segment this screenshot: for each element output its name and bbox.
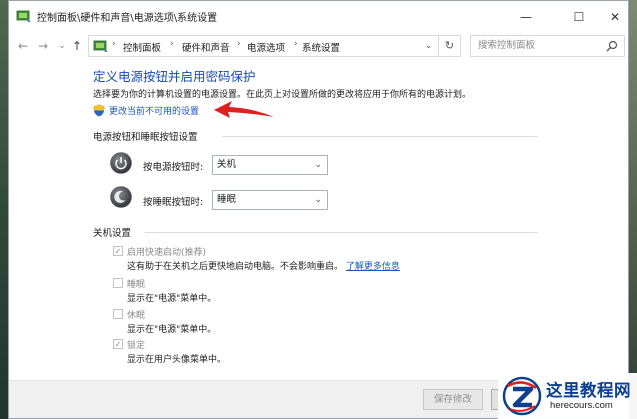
fast-startup-desc-text: 这有助于在关机之后更快地启动电脑。不会影响重启。 (127, 262, 344, 272)
power-button-label: 按电源按钮时: (143, 162, 204, 173)
fast-startup-label: 启用快速启动(推荐) (127, 248, 207, 258)
maximize-button[interactable]: ☐ (561, 1, 597, 32)
breadcrumb-item-power-options[interactable]: 电源选项 (247, 40, 285, 54)
change-settings-link-text: 更改当前不可用的设置 (109, 106, 200, 117)
breadcrumb-separator: › (112, 39, 116, 49)
control-panel-icon (16, 10, 31, 22)
breadcrumb-separator: › (170, 39, 174, 49)
sleep-button-icon (110, 186, 132, 208)
fast-startup-checkbox[interactable]: ✓ (113, 246, 123, 256)
address-dropdown-button[interactable]: ⌄ (419, 35, 439, 57)
change-unavailable-settings-link[interactable]: 更改当前不可用的设置 (93, 103, 199, 117)
sleep-checkbox[interactable] (113, 278, 123, 288)
page-title: 定义电源按钮并启用密码保护 (93, 69, 256, 84)
chevron-down-icon: ⌄ (424, 41, 433, 51)
sleep-label: 睡眠 (127, 280, 146, 290)
watermark-title: 这里教程网 (546, 381, 631, 400)
power-button-icon (110, 152, 132, 174)
sleep-button-label: 按睡眠按钮时: (143, 197, 204, 208)
save-changes-button[interactable]: 保存修改 (423, 389, 483, 410)
learn-more-link[interactable]: 了解更多信息 (346, 262, 400, 272)
lock-label: 锁定 (127, 341, 146, 351)
section-divider (145, 232, 538, 233)
sleep-button-action-select[interactable]: 睡眠 ⌄ (212, 190, 328, 210)
address-bar[interactable]: › 控制面板 › 硬件和声音 › 电源选项 › 系统设置 (88, 35, 440, 57)
forward-arrow-icon: → (37, 39, 49, 53)
shutdown-section-header: 关机设置 (93, 228, 132, 239)
minimize-icon: — (520, 9, 532, 24)
chevron-down-icon: ⌄ (314, 195, 322, 205)
chevron-down-icon: ⌄ (314, 160, 322, 170)
control-panel-window: 控制面板\硬件和声音\电源选项\系统设置 — ☐ ✕ ← → ⌄ ↑ › 控制面… (8, 0, 629, 419)
forward-button[interactable]: → (35, 37, 51, 55)
title-bar[interactable]: 控制面板\硬件和声音\电源选项\系统设置 — ☐ ✕ (9, 1, 628, 32)
search-placeholder: 搜索控制面板 (478, 40, 536, 51)
breadcrumb-item-control-panel[interactable]: 控制面板 (123, 40, 161, 54)
chevron-down-icon: ⌄ (58, 41, 66, 51)
hibernate-checkbox[interactable] (113, 309, 123, 319)
breadcrumb-item-system-settings[interactable]: 系统设置 (302, 40, 340, 54)
search-input[interactable]: 搜索控制面板 (470, 35, 625, 57)
breadcrumb-item-hardware-sound[interactable]: 硬件和声音 (182, 40, 230, 54)
check-mark-icon: ✓ (114, 340, 122, 349)
up-button[interactable]: ↑ (69, 37, 85, 55)
uac-shield-icon (93, 104, 105, 116)
recent-locations-button[interactable]: ⌄ (54, 37, 70, 55)
watermark-logo-icon (502, 376, 542, 416)
search-icon (606, 40, 618, 52)
check-mark-icon: ✓ (114, 247, 122, 256)
page-description: 选择要为你的计算机设置的电源设置。在此页上对设置所做的更改将应用于你所有的电源计… (93, 90, 472, 100)
sleep-button-selected-value: 睡眠 (217, 194, 237, 205)
breadcrumb-separator: › (237, 39, 241, 49)
breadcrumb-separator: › (294, 39, 298, 49)
refresh-icon: ↻ (444, 39, 455, 52)
maximize-icon: ☐ (573, 9, 585, 24)
watermark-url: herecours.com (550, 400, 613, 411)
close-button[interactable]: ✕ (597, 1, 628, 32)
power-button-selected-value: 关机 (217, 159, 237, 170)
control-panel-icon (93, 40, 108, 52)
window-title: 控制面板\硬件和声音\电源选项\系统设置 (37, 13, 218, 24)
minimize-button[interactable]: — (508, 1, 544, 32)
close-icon: ✕ (609, 9, 621, 24)
sleep-description: 显示在"电源"菜单中。 (127, 294, 217, 304)
refresh-button[interactable]: ↻ (439, 35, 461, 57)
fast-startup-description: 这有助于在关机之后更快地启动电脑。不会影响重启。 了解更多信息 (127, 259, 400, 272)
red-annotation-arrow-icon (214, 101, 274, 118)
section-divider (222, 136, 538, 137)
back-arrow-icon: ← (17, 39, 29, 53)
power-buttons-section-header: 电源按钮和睡眠按钮设置 (93, 132, 198, 143)
hibernate-label: 休眠 (127, 311, 146, 321)
up-arrow-icon: ↑ (71, 39, 83, 53)
lock-checkbox[interactable]: ✓ (113, 339, 123, 349)
hibernate-description: 显示在"电源"菜单中。 (127, 325, 217, 335)
back-button[interactable]: ← (15, 37, 31, 55)
navigation-bar: ← → ⌄ ↑ › 控制面板 › 硬件和声音 › 电源选项 › 系统设置 ⌄ ↻… (9, 32, 628, 60)
content-area: 定义电源按钮并启用密码保护 选择要为你的计算机设置的电源设置。在此页上对设置所做… (9, 60, 628, 418)
power-button-action-select[interactable]: 关机 ⌄ (212, 155, 328, 175)
site-watermark: 这里教程网 herecours.com (498, 373, 637, 419)
lock-description: 显示在用户头像菜单中。 (127, 355, 227, 365)
